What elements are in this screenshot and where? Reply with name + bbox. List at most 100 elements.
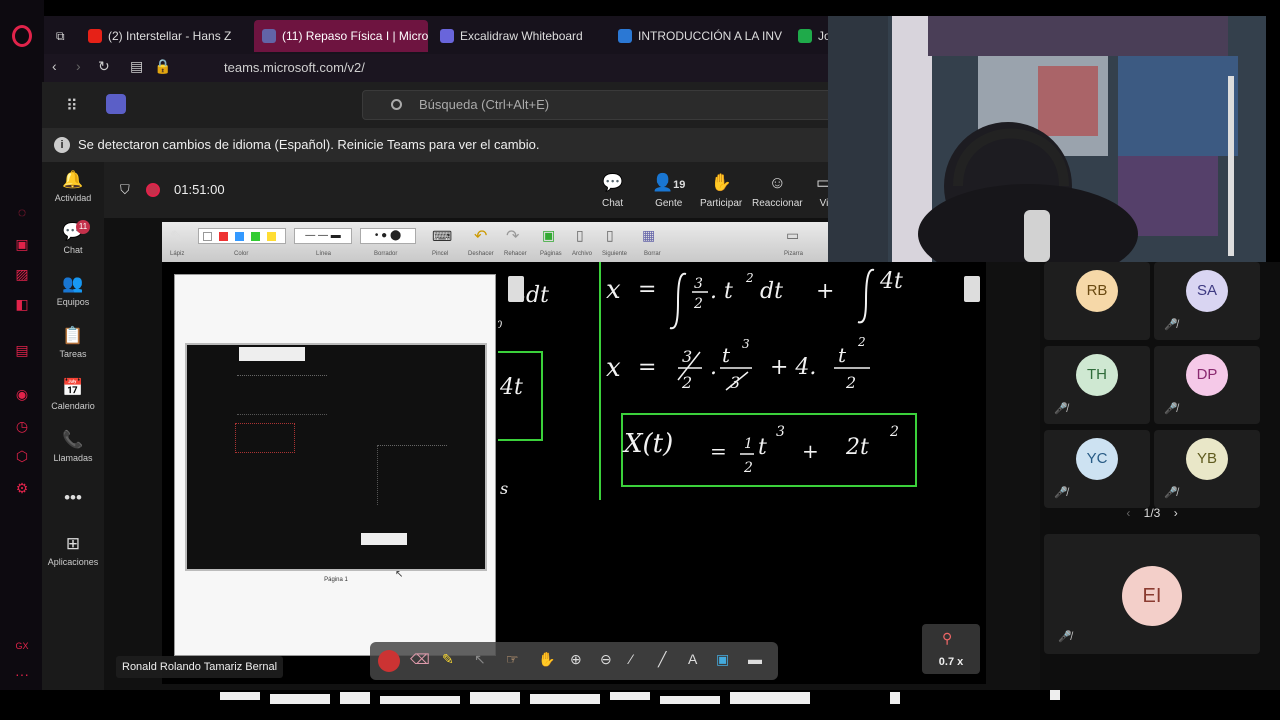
math-term: 2t xyxy=(845,435,869,460)
rail-item-calls[interactable]: 📞 Llamadas xyxy=(42,430,104,463)
color-swatch[interactable] xyxy=(235,232,244,241)
url-field[interactable]: teams.microsoft.com/v2/ xyxy=(224,60,365,75)
zoom-indicator[interactable]: ⚲ 0.7 x xyxy=(922,624,980,674)
frac-num: 3 xyxy=(694,276,703,292)
gallery-pager: ‹ 1/3 › xyxy=(1040,506,1264,520)
tab-label: INTRODUCCIÓN A LA INV xyxy=(638,29,783,43)
extensions-icon[interactable]: ⬡ xyxy=(12,446,32,466)
participant-tile[interactable]: SA 🎤̸ xyxy=(1154,262,1260,340)
tab-word-doc[interactable]: INTRODUCCIÓN A LA INV xyxy=(610,20,790,52)
more-icon[interactable]: ··· xyxy=(12,664,32,684)
panel-expand-handle[interactable] xyxy=(964,276,980,302)
rail-item-calendar[interactable]: 📅 Calendario xyxy=(42,378,104,411)
math-exp: 3 xyxy=(742,337,750,351)
messenger-icon[interactable]: ◧ xyxy=(12,294,32,314)
board-icon[interactable]: ▭ xyxy=(786,227,799,244)
chat-button[interactable]: 💬 Chat xyxy=(602,172,623,209)
frac-den: 2 xyxy=(681,373,692,392)
gx-corner-icon[interactable]: ▨ xyxy=(12,264,32,284)
prev-page-icon[interactable]: ‹ xyxy=(1126,506,1130,520)
rail-item-apps[interactable]: ⊞ Aplicaciones xyxy=(42,534,104,567)
mic-off-icon: 🎤̸ xyxy=(1164,403,1178,415)
keyboard-icon[interactable]: ▬ xyxy=(748,651,762,667)
toolbar-label: Borrar xyxy=(644,251,661,257)
shared-whiteboard: ✎ — — ▬ • ● ⬤ ⌨ ↶ ↷ ▣ ▯ ▯ ▦ ▭ Lápiz Colo… xyxy=(162,222,986,684)
pan-hand-icon[interactable]: ✋ xyxy=(538,651,555,668)
math-exp: 2 xyxy=(857,335,866,349)
settings-gear-icon[interactable]: ⚙ xyxy=(12,478,32,498)
history-icon[interactable]: ◷ xyxy=(12,416,32,436)
tab-switcher-icon[interactable]: ⧉ xyxy=(48,20,80,52)
tab-excalidraw[interactable]: Excalidraw Whiteboard xyxy=(432,20,602,52)
back-icon[interactable]: ‹ xyxy=(52,58,57,74)
keyboard-icon[interactable]: ⌨ xyxy=(432,228,452,245)
rail-item-teams[interactable]: 👥 Equipos xyxy=(42,274,104,307)
brush-icon[interactable]: ⁄ xyxy=(630,651,632,667)
toolbar-label: Rehacer xyxy=(504,251,527,257)
page-icon[interactable]: ▤ xyxy=(130,58,143,75)
math-plus: + xyxy=(816,279,834,304)
math-dot: . xyxy=(710,355,717,380)
participant-tile[interactable]: TH 🎤̸ xyxy=(1044,346,1150,424)
undo-icon[interactable]: ↶ xyxy=(474,226,487,246)
opera-logo-icon[interactable] xyxy=(12,25,32,47)
participant-tile[interactable]: YB 🎤̸ xyxy=(1154,430,1260,508)
page-indicator: 1/3 xyxy=(1143,506,1161,520)
clear-icon[interactable]: ▦ xyxy=(642,227,655,244)
tab-teams[interactable]: (11) Repaso Física I | Micro xyxy=(254,20,428,52)
featured-participant-tile[interactable]: EI 🎤̸ xyxy=(1044,534,1260,654)
page-thumbnail[interactable] xyxy=(185,343,487,571)
participant-tile[interactable]: RB xyxy=(1044,262,1150,340)
participant-tile[interactable]: YC 🎤̸ xyxy=(1044,430,1150,508)
people-button[interactable]: 👤19 Gente xyxy=(652,172,685,209)
react-button[interactable]: ☺ Reaccionar xyxy=(752,172,803,209)
twitch-icon[interactable]: ▤ xyxy=(12,340,32,360)
app-launcher-icon[interactable]: ⠿ xyxy=(66,96,78,116)
raise-hand-button[interactable]: ✋ Participar xyxy=(700,172,742,209)
reload-icon[interactable]: ↻ xyxy=(98,58,110,75)
line-tool-icon[interactable]: ╱ xyxy=(658,651,666,668)
eraser-size-selector[interactable]: • ● ⬤ xyxy=(360,228,416,244)
color-swatch[interactable] xyxy=(251,232,260,241)
lock-icon[interactable]: 🔒 xyxy=(154,58,171,75)
redo-icon[interactable]: ↷ xyxy=(506,226,519,246)
zoom-out-icon[interactable]: ⊖ xyxy=(600,651,612,668)
color-swatch[interactable] xyxy=(203,232,212,241)
eraser-icon[interactable]: ⌫ xyxy=(410,651,430,668)
file-icon[interactable]: ▯ xyxy=(576,227,584,244)
next-page-icon[interactable]: ▯ xyxy=(606,227,614,244)
search-box[interactable]: Búsqueda (Ctrl+Alt+E) xyxy=(362,90,832,120)
player-icon[interactable]: ◉ xyxy=(12,384,32,404)
forward-icon[interactable]: › xyxy=(76,58,81,74)
line-width-selector[interactable]: — — ▬ xyxy=(294,228,352,244)
tab-partial[interactable]: Jo xyxy=(790,20,828,52)
banner-text: Se detectaron cambios de idioma (Español… xyxy=(78,137,540,152)
text-tool-icon[interactable]: A xyxy=(688,651,697,667)
gx-control-icon[interactable]: ▣ xyxy=(12,234,32,254)
gx-icon[interactable]: GX xyxy=(12,636,32,656)
color-palette[interactable] xyxy=(198,228,286,244)
toolbar-label: Color xyxy=(234,251,249,257)
rail-item-chat[interactable]: 💬 11 Chat xyxy=(42,220,104,255)
speed-dial-icon[interactable]: ◌ xyxy=(12,202,32,222)
pages-panel: Página 1 ↖ xyxy=(174,274,496,656)
color-swatch[interactable] xyxy=(219,232,228,241)
screen-icon[interactable]: ▣ xyxy=(716,651,729,668)
calendar-icon: 📅 xyxy=(62,378,84,397)
highlighter-icon[interactable]: ✎ xyxy=(442,651,454,668)
participant-tile[interactable]: DP 🎤̸ xyxy=(1154,346,1260,424)
rail-item-activity[interactable]: 🔔 Actividad xyxy=(42,170,104,203)
people-glyph: 👤 xyxy=(652,173,674,192)
next-page-icon[interactable]: › xyxy=(1174,506,1178,520)
panel-collapse-handle[interactable] xyxy=(508,276,524,302)
move-hand-icon[interactable]: ☞ xyxy=(506,651,519,668)
pointer-icon[interactable]: ↖ xyxy=(474,651,486,668)
color-swatch[interactable] xyxy=(267,232,276,241)
pen-color-icon[interactable] xyxy=(378,650,400,672)
rail-item-more[interactable]: ••• xyxy=(42,488,104,511)
rail-item-tasks[interactable]: 📋 Tareas xyxy=(42,326,104,359)
tab-youtube[interactable]: (2) Interstellar - Hans Z xyxy=(80,20,250,52)
pages-icon[interactable]: ▣ xyxy=(542,227,555,244)
zoom-in-icon[interactable]: ⊕ xyxy=(570,651,582,668)
pencil-icon[interactable]: ✎ xyxy=(170,227,183,247)
